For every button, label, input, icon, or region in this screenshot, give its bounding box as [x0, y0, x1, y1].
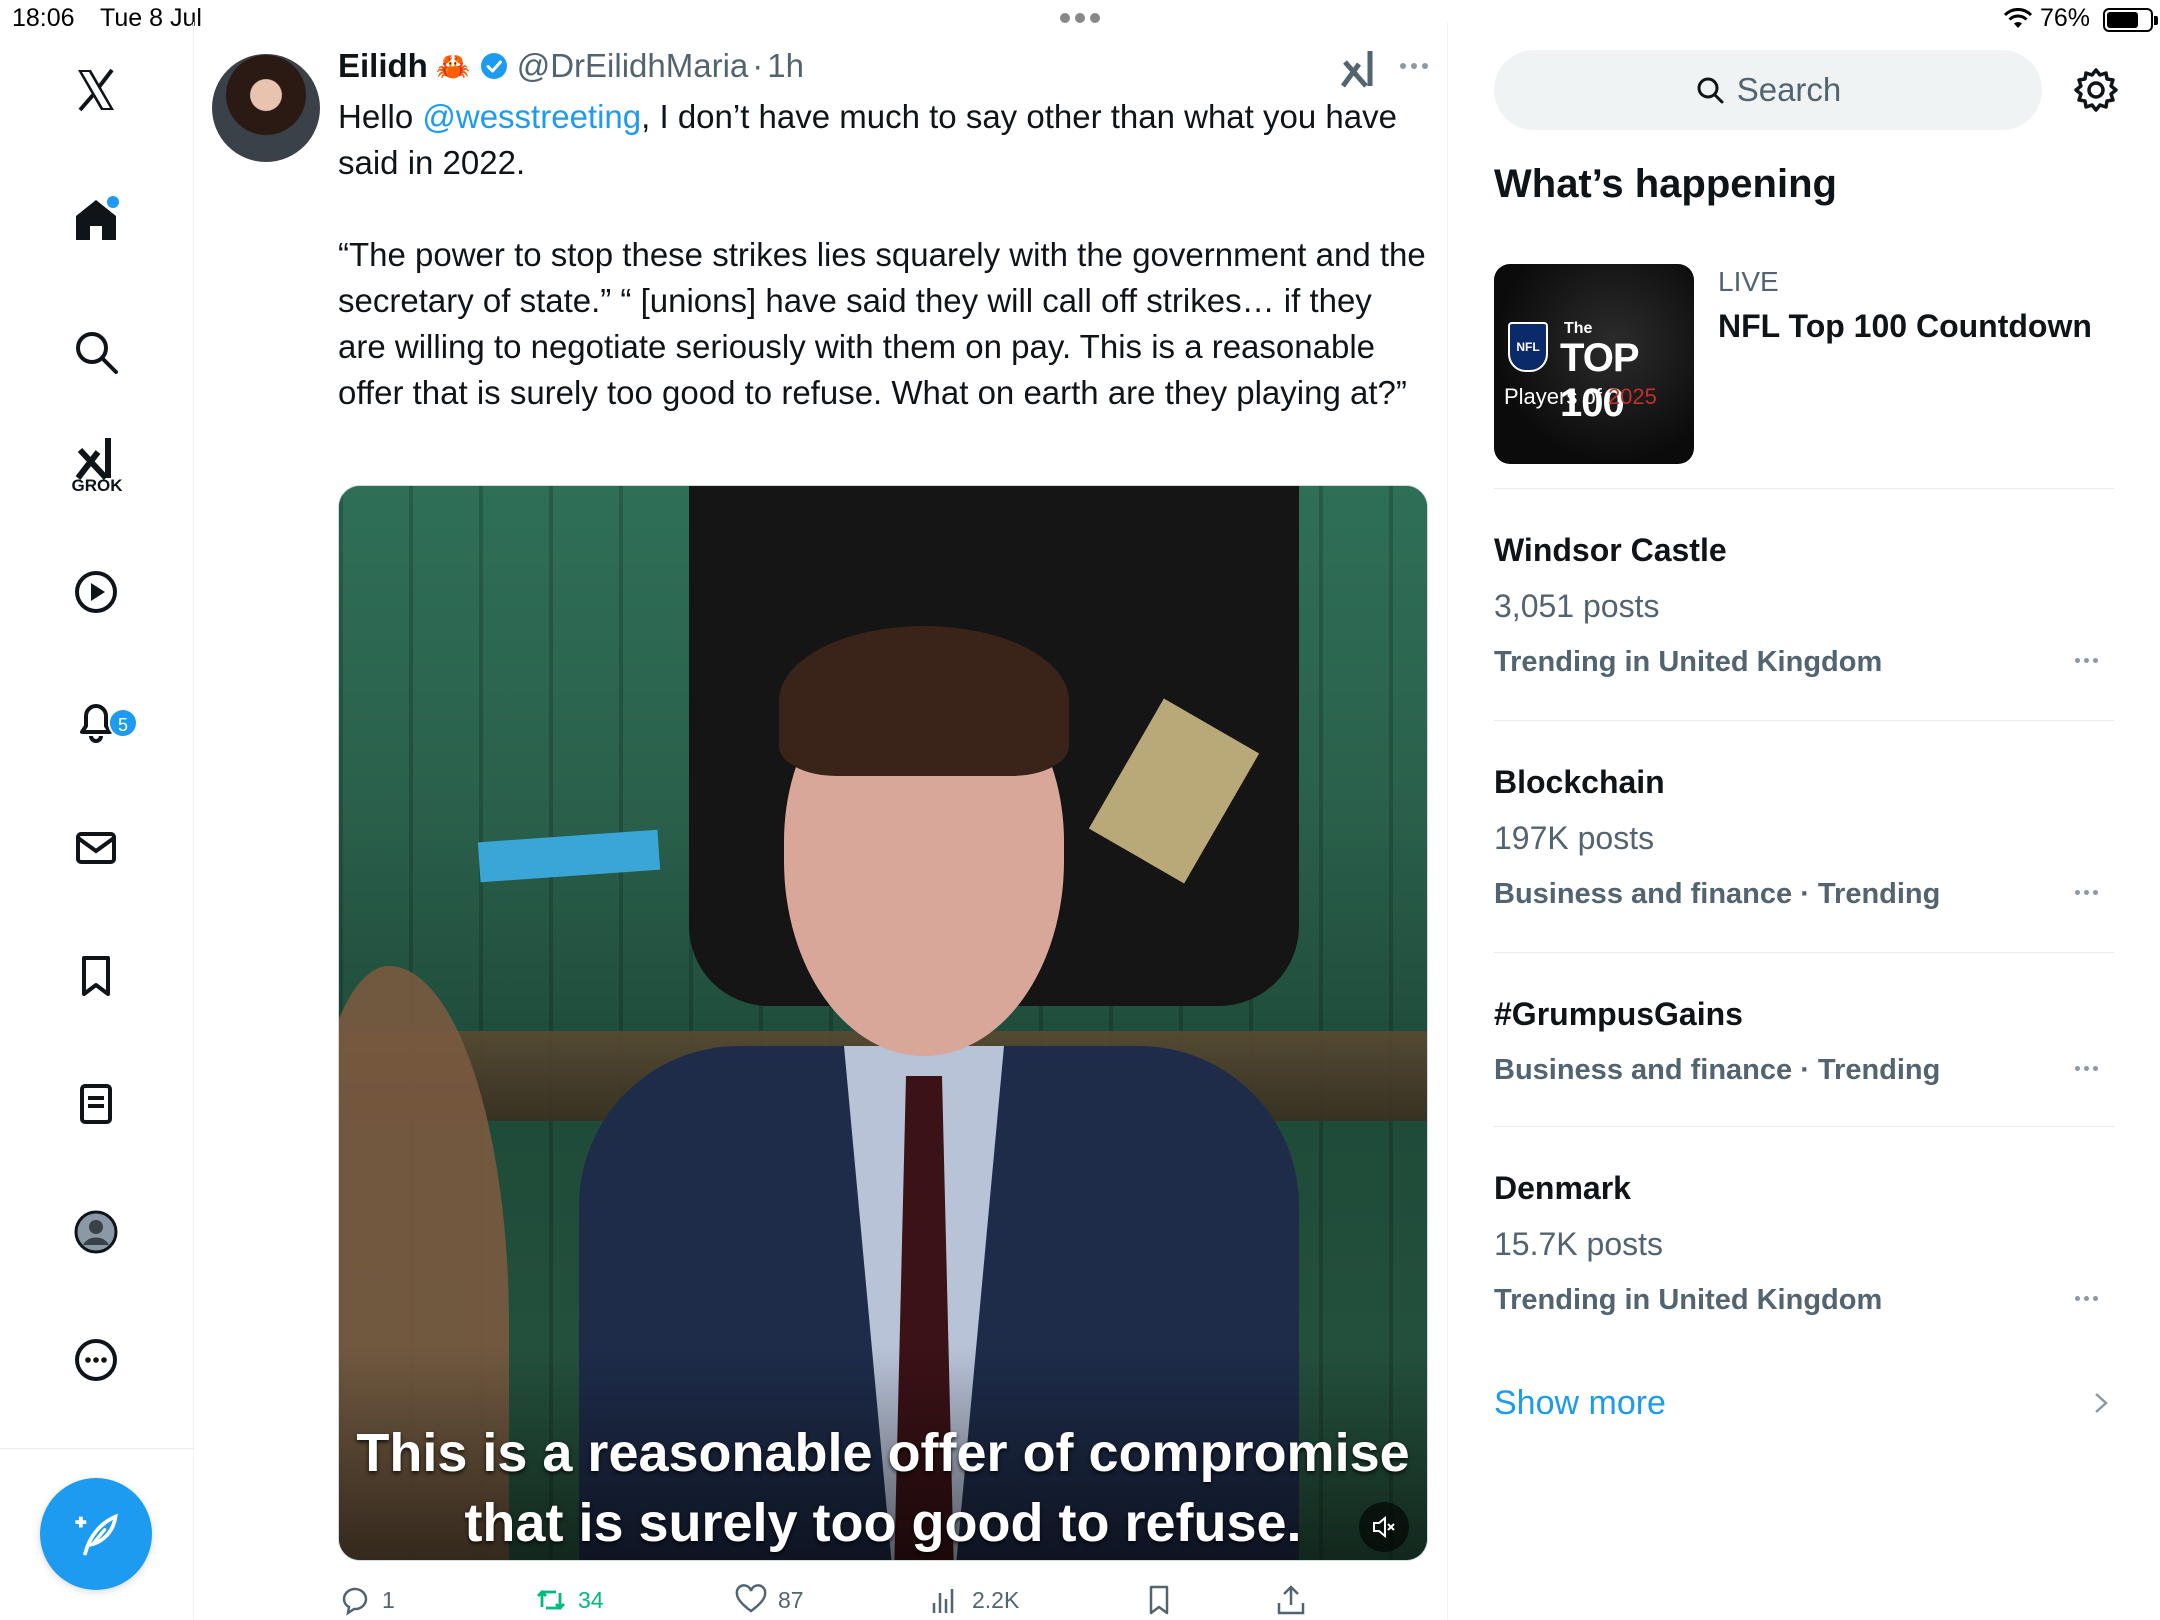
mention-link[interactable]: @wesstreeting	[422, 98, 641, 135]
post-more-options-icon[interactable]	[1394, 50, 1434, 82]
reply-icon	[342, 1587, 368, 1616]
like-button[interactable]: 87	[734, 1580, 804, 1620]
trend-item[interactable]: Windsor Castle 3,051 posts Trending in U…	[1494, 522, 2114, 690]
share-icon	[1277, 1585, 1305, 1615]
settings-gear-icon[interactable]	[2072, 66, 2120, 114]
right-sidebar: Search What’s happening NFL The TOP 100 …	[1448, 22, 2160, 1620]
more-icon[interactable]	[58, 1322, 134, 1398]
grok-label: GROK	[71, 476, 123, 495]
views-chart-icon	[932, 1589, 954, 1613]
video-player[interactable]: This is a reasonable offer of compromise…	[338, 485, 1428, 1561]
repost-button[interactable]: 34	[534, 1580, 604, 1620]
live-label: LIVE	[1718, 266, 1779, 297]
post-actions: 1 34 87 2.2K	[338, 1580, 1428, 1620]
author-display-name[interactable]: Eilidh	[338, 47, 428, 85]
search-icon[interactable]	[58, 314, 134, 390]
post-header: Eilidh 🦀 @DrEilidhMaria · 1h	[338, 44, 804, 88]
trend-context: Business and finance · Trending	[1494, 1054, 1941, 1086]
post-timestamp[interactable]: 1h	[767, 47, 804, 85]
video-icon[interactable]	[58, 554, 134, 630]
trend-title: Denmark	[1494, 1170, 1631, 1206]
trend-item[interactable]: #GrumpusGains Business and finance · Tre…	[1494, 986, 2114, 1098]
verified-badge-icon[interactable]	[479, 51, 509, 81]
trend-post-count: 15.7K posts	[1494, 1226, 1663, 1262]
search-bar[interactable]: Search	[1494, 50, 2042, 130]
crab-emoji-icon: 🦀	[435, 50, 471, 82]
trend-more-icon[interactable]	[2066, 648, 2106, 672]
bookmark-button[interactable]	[1142, 1580, 1176, 1620]
nfl-shield-logo: NFL	[1508, 322, 1548, 372]
trend-title: #GrumpusGains	[1494, 996, 1743, 1032]
post-intro: Hello @wesstreeting, I don’t have much t…	[338, 94, 1428, 186]
nav-divider	[0, 1448, 194, 1449]
trend-item[interactable]: Denmark 15.7K posts Trending in United K…	[1494, 1160, 2114, 1328]
like-count: 87	[778, 1586, 804, 1613]
repost-count: 34	[578, 1586, 604, 1613]
trend-item[interactable]: Blockchain 197K posts Business and finan…	[1494, 754, 2114, 922]
messages-icon[interactable]	[58, 810, 134, 886]
profile-icon[interactable]	[58, 1194, 134, 1270]
author-handle[interactable]: @DrEilidhMaria	[517, 47, 749, 85]
search-icon	[1697, 77, 1724, 104]
home-icon[interactable]	[58, 182, 134, 258]
reply-button[interactable]: 1	[338, 1580, 395, 1620]
post-intro-prefix: Hello	[338, 98, 423, 135]
live-event-card[interactable]: NFL The TOP 100 Players of 2025 LIVE NFL…	[1494, 264, 2114, 464]
chevron-right-icon[interactable]	[2088, 1388, 2114, 1418]
nfl-top100-thumbnail: NFL The TOP 100 Players of 2025	[1494, 264, 1694, 464]
search-placeholder: Search	[1736, 71, 1842, 108]
post-body: Hello @wesstreeting, I don’t have much t…	[338, 94, 1428, 416]
trend-divider	[1494, 1126, 2114, 1127]
video-caption-line2: that is surely too good to refuse.	[464, 1493, 1302, 1553]
trend-post-count: 197K posts	[1494, 820, 1655, 856]
home-unread-dot	[107, 196, 119, 208]
whats-happening-title: What’s happening	[1494, 162, 1837, 206]
mute-button[interactable]	[1359, 1502, 1409, 1552]
share-button[interactable]	[1274, 1580, 1308, 1620]
speaker-muted-icon	[1373, 1515, 1395, 1539]
trend-context: Business and finance · Trending	[1494, 878, 1941, 910]
trend-more-icon[interactable]	[2066, 1286, 2106, 1310]
bookmark-icon	[1149, 1585, 1169, 1615]
thumb-year: 2025	[1607, 384, 1657, 409]
trend-title: Blockchain	[1494, 764, 1665, 800]
show-more-link[interactable]: Show more	[1494, 1384, 1666, 1423]
compose-post-button[interactable]	[40, 1478, 152, 1590]
screen: 18:06 Tue 8 Jul 76% GROK 5 Eilidh 🦀 @DrE…	[0, 0, 2160, 1620]
compose-feather-icon	[75, 1513, 118, 1556]
trend-context: Trending in United Kingdom	[1494, 646, 1883, 678]
trend-more-icon[interactable]	[2066, 1056, 2106, 1080]
repost-icon	[537, 1590, 565, 1610]
trend-context: Trending in United Kingdom	[1494, 1284, 1883, 1316]
thumb-players-text: Players of	[1504, 384, 1608, 409]
trend-post-count: 3,051 posts	[1494, 588, 1660, 624]
trend-divider	[1494, 488, 2114, 489]
live-event-title: NFL Top 100 Countdown	[1718, 308, 2092, 344]
video-caption-line1: This is a reasonable offer of compromise	[356, 1423, 1410, 1483]
views-count: 2.2K	[972, 1586, 1020, 1613]
trend-divider	[1494, 720, 2114, 721]
header-separator: ·	[752, 47, 764, 84]
trend-more-icon[interactable]	[2066, 880, 2106, 904]
trend-title: Windsor Castle	[1494, 532, 1727, 568]
thumb-players: Players of 2025	[1504, 384, 1657, 410]
heart-icon	[735, 1584, 767, 1613]
views-button[interactable]: 2.2K	[928, 1580, 1019, 1620]
main-timeline: Eilidh 🦀 @DrEilidhMaria · 1h Hello @wess…	[194, 22, 1448, 1620]
trend-divider	[1494, 952, 2114, 953]
left-nav: GROK 5	[0, 22, 194, 1620]
x-logo-icon[interactable]	[58, 52, 134, 128]
bookmarks-icon[interactable]	[58, 938, 134, 1014]
reply-count: 1	[382, 1586, 395, 1613]
lists-icon[interactable]	[58, 1066, 134, 1142]
author-avatar[interactable]	[212, 54, 320, 162]
grok-explain-icon[interactable]	[1339, 48, 1379, 88]
post-quote: “The power to stop these strikes lies sq…	[338, 236, 1426, 411]
thumb-top100: TOP 100	[1560, 336, 1639, 425]
notifications-badge: 5	[108, 708, 138, 738]
